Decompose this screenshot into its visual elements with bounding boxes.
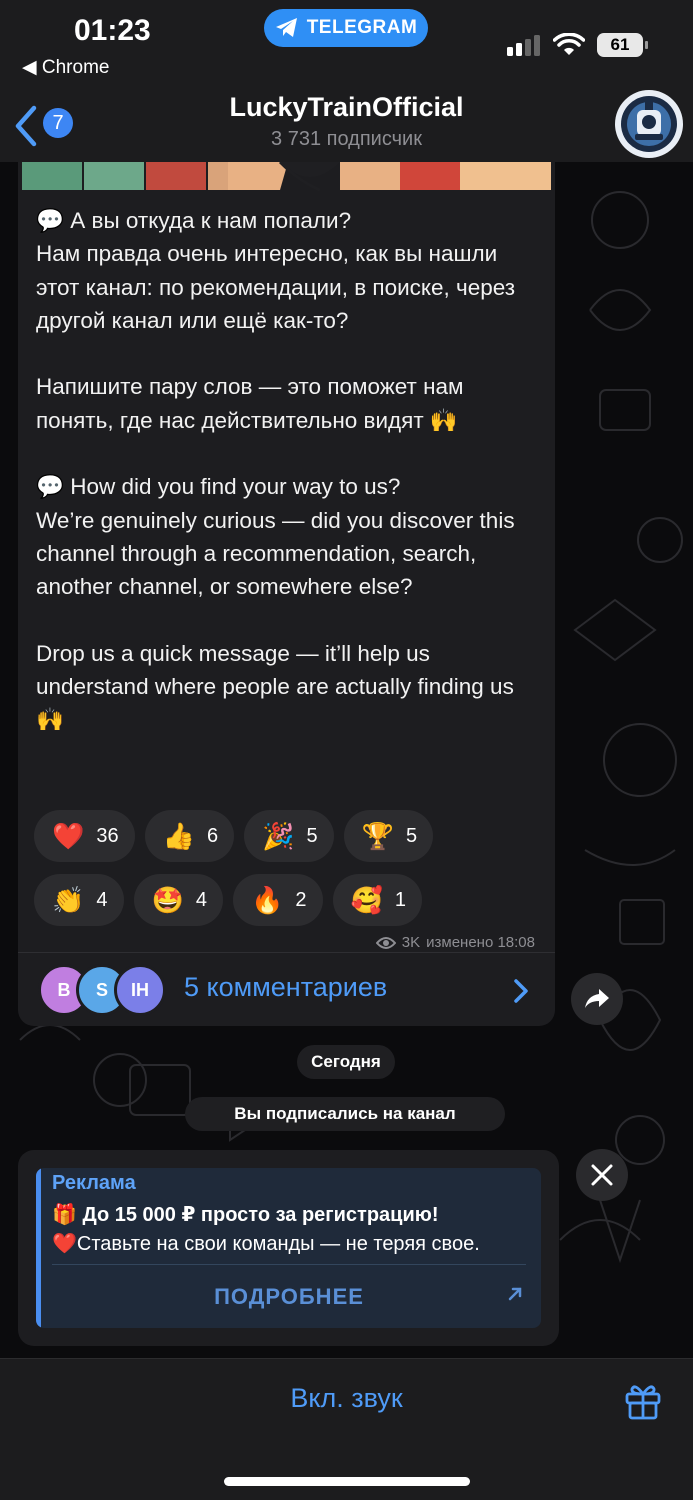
reaction-emoji: 🏆	[361, 821, 394, 851]
back-to-app-link[interactable]: ◀ Chrome	[22, 56, 109, 79]
reaction-count: 36	[96, 824, 119, 847]
date-separator: Сегодня	[297, 1045, 395, 1079]
reaction-emoji: 👏	[52, 885, 85, 915]
reactions: ❤️ 36 👍 6 🎉 5 🏆 5 👏 4 🤩 4 🔥 2 🥰 1	[34, 810, 544, 938]
reactions-row-1: ❤️ 36 👍 6 🎉 5 🏆 5	[34, 810, 544, 862]
reaction-emoji: ❤️	[52, 821, 85, 851]
close-ad-button[interactable]	[576, 1149, 628, 1201]
channel-title[interactable]: LuckyTrainOfficial	[0, 92, 693, 123]
sponsored-label: Реклама	[52, 1172, 136, 1194]
reaction-chip[interactable]: 👍 6	[144, 810, 235, 862]
gift-icon[interactable]	[623, 1381, 663, 1421]
clock: 01:23	[74, 14, 151, 47]
reactions-row-2: 👏 4 🤩 4 🔥 2 🥰 1	[34, 874, 544, 926]
home-indicator[interactable]	[224, 1477, 470, 1486]
comments-button[interactable]: B S IH 5 комментариев	[18, 954, 555, 1026]
learn-more-button[interactable]: ПОДРОБНЕЕ	[52, 1272, 526, 1322]
sponsored-headline: 🎁 До 15 000 ₽ просто за регистрацию!	[52, 1204, 439, 1226]
sponsored-card[interactable]: Реклама 🎁 До 15 000 ₽ просто за регистра…	[36, 1168, 541, 1328]
chevron-right-icon	[514, 979, 528, 1003]
share-button[interactable]	[571, 973, 623, 1025]
train-logo-icon	[621, 96, 677, 152]
view-count: 3K	[401, 934, 421, 951]
post-meta: 3K изменено 18:08	[375, 934, 535, 951]
reaction-count: 6	[207, 824, 219, 847]
eye-icon	[375, 936, 396, 949]
channel-post: 💬 А вы откуда к нам попали? Нам правда о…	[18, 162, 555, 1026]
channel-avatar[interactable]	[615, 90, 683, 158]
sponsored-body: ❤️Ставьте на свои команды — не теряя сво…	[52, 1233, 480, 1255]
channel-header: 7 LuckyTrainOfficial 3 731 подписчик	[0, 90, 693, 162]
reaction-emoji: 🎉	[262, 821, 295, 851]
sponsored-message[interactable]: Реклама 🎁 До 15 000 ₽ просто за регистра…	[18, 1150, 559, 1346]
reaction-chip[interactable]: 🤩 4	[133, 874, 223, 926]
bottom-bar: Вкл. звук	[0, 1358, 693, 1500]
reaction-count: 1	[394, 888, 406, 911]
subscriber-count: 3 731 подписчик	[271, 128, 422, 150]
reaction-chip[interactable]: 🔥 2	[233, 874, 323, 926]
edited-time: изменено 18:08	[426, 934, 535, 951]
subscribed-notice: Вы подписались на канал	[185, 1097, 505, 1131]
wifi-icon	[553, 33, 585, 55]
battery-icon: 61	[597, 33, 648, 57]
post-image-illustration	[18, 162, 555, 192]
reaction-chip[interactable]: 🎉 5	[244, 810, 334, 862]
unmute-button[interactable]: Вкл. звук	[0, 1383, 693, 1414]
telegram-pill[interactable]: TELEGRAM	[264, 9, 428, 47]
sponsored-divider	[52, 1264, 526, 1265]
close-icon	[591, 1164, 613, 1186]
commenter-avatar: IH	[114, 964, 166, 1016]
telegram-plane-icon	[275, 18, 297, 37]
sponsored-accent-bar	[36, 1168, 41, 1328]
post-text: 💬 А вы откуда к нам попали? Нам правда о…	[36, 208, 516, 733]
reaction-count: 4	[195, 888, 207, 911]
reaction-count: 2	[295, 888, 307, 911]
reaction-chip[interactable]: ❤️ 36	[34, 810, 135, 862]
reaction-count: 5	[406, 824, 418, 847]
share-icon	[585, 989, 609, 1008]
reaction-chip[interactable]: 👏 4	[34, 874, 124, 926]
external-arrow-icon	[508, 1287, 522, 1301]
post-image-bottom[interactable]	[18, 162, 555, 192]
reaction-chip[interactable]: 🏆 5	[343, 810, 434, 862]
status-bar: 01:23 ◀ Chrome TELEGRAM 61	[0, 0, 693, 90]
reaction-emoji: 🥰	[350, 885, 383, 915]
reaction-count: 5	[306, 824, 318, 847]
reaction-emoji: 🔥	[251, 885, 284, 915]
reaction-emoji: 🤩	[151, 885, 184, 915]
reaction-emoji: 👍	[162, 821, 195, 851]
comments-divider	[18, 952, 555, 953]
reaction-chip[interactable]: 🥰 1	[332, 874, 422, 926]
telegram-pill-label: TELEGRAM	[306, 17, 418, 38]
signal-icon	[507, 35, 540, 56]
reaction-count: 4	[96, 888, 108, 911]
comments-label: 5 комментариев	[184, 972, 388, 1002]
